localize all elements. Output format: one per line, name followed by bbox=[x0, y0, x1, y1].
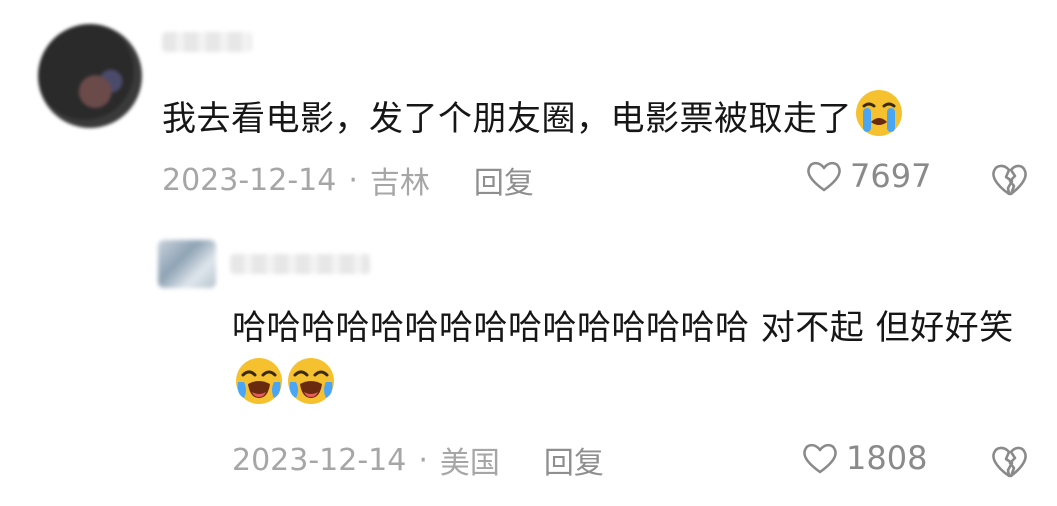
reply-date: 2023-12-14 bbox=[232, 442, 407, 478]
reply-body: 哈哈哈哈哈哈哈哈哈哈哈哈哈哈哈 对不起 但好好笑 bbox=[232, 308, 1014, 348]
avatar[interactable] bbox=[158, 240, 216, 288]
reply-location: 美国 bbox=[439, 446, 500, 481]
laugh-cry-emoji-icon bbox=[288, 358, 334, 404]
reply-button[interactable]: 回复 bbox=[474, 158, 534, 202]
broken-heart-icon bbox=[992, 446, 1027, 478]
username-blurred[interactable] bbox=[162, 32, 252, 52]
heart-icon bbox=[807, 161, 841, 192]
comment-meta: 2023-12-14 · 吉林 回复 bbox=[162, 158, 534, 202]
heart-icon bbox=[803, 443, 837, 474]
broken-heart-icon bbox=[992, 164, 1027, 196]
dislike-button[interactable] bbox=[988, 158, 1030, 204]
comment-body: 我去看电影，发了个朋友圈，电影票被取走了 bbox=[162, 99, 852, 139]
crying-emoji-icon bbox=[856, 90, 902, 136]
like-button[interactable]: 7697 bbox=[804, 156, 931, 196]
like-count: 1808 bbox=[846, 439, 928, 477]
dislike-button[interactable] bbox=[988, 440, 1030, 486]
comment-text: 我去看电影，发了个朋友圈，电影票被取走了 bbox=[162, 88, 904, 147]
reply-text: 哈哈哈哈哈哈哈哈哈哈哈哈哈哈哈 对不起 但好好笑 bbox=[232, 300, 1042, 415]
meta-separator: · bbox=[348, 162, 358, 198]
like-button[interactable]: 1808 bbox=[800, 438, 927, 478]
laugh-cry-emoji-icon bbox=[236, 358, 282, 404]
username-blurred[interactable] bbox=[230, 254, 370, 274]
comment-date: 2023-12-14 bbox=[162, 162, 337, 198]
meta-separator: · bbox=[418, 442, 428, 478]
avatar[interactable] bbox=[38, 24, 142, 128]
comment-location: 吉林 bbox=[369, 166, 430, 201]
reply-meta: 2023-12-14 · 美国 回复 bbox=[232, 438, 604, 482]
reply-button[interactable]: 回复 bbox=[544, 438, 604, 482]
like-count: 7697 bbox=[850, 157, 932, 195]
